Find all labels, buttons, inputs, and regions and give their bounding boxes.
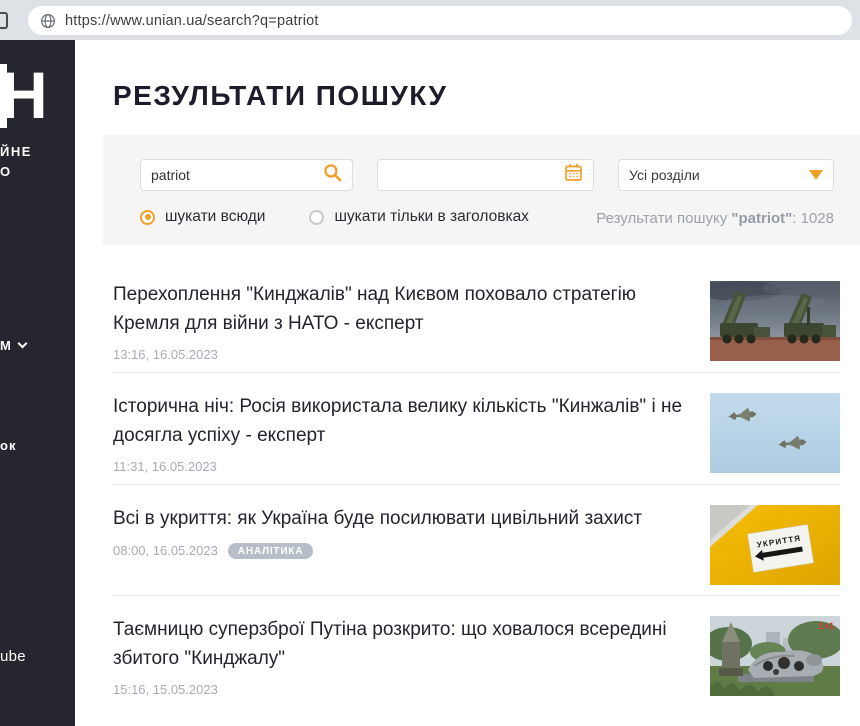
radio-selected-icon[interactable] [140,210,155,225]
search-panel: Усі розділи шукати всюди шукати тільки в… [103,135,860,245]
search-input[interactable] [151,167,323,183]
article-thumbnail-shelter-sign[interactable]: УКРИТТЯ [710,505,840,585]
article-row[interactable]: Історична ніч: Росія використала велику … [113,372,840,484]
calendar-icon[interactable] [564,163,583,187]
section-selected-value: Усі розділи [629,167,809,183]
radio-label: шукати тільки в заголовках [334,208,528,226]
chevron-down-icon [17,339,27,349]
article-thumbnail-missile-wreckage[interactable]: 1+1 [710,616,840,696]
results-prefix: Результати пошуку [596,210,731,227]
article-title[interactable]: Всі в укриття: як Україна буде посилюват… [113,505,690,534]
browser-toolbar: https://www.unian.ua/search?q=patriot [0,0,860,40]
search-results-list: Перехоплення "Кинджалів" над Києвом похо… [113,265,840,707]
results-count: Результати пошуку "patriot": 1028 [596,210,834,227]
article-title[interactable]: Таємницю суперзброї Путіна розкрито: що … [113,616,690,673]
article-thumbnail-patriot-launchers[interactable] [710,281,840,361]
search-field[interactable] [140,159,353,191]
date-field[interactable] [377,159,594,191]
article-row[interactable]: Таємницю суперзброї Путіна розкрито: що … [113,595,840,707]
logo-tagline: ЙНЕ О [0,142,32,182]
article-row[interactable]: Всі в укриття: як Україна буде посилюват… [113,484,840,595]
page-title: РЕЗУЛЬТАТИ ПОШУКУ [113,80,447,112]
article-row[interactable]: Перехоплення "Кинджалів" над Києвом похо… [113,265,840,372]
date-input[interactable] [388,167,564,183]
unian-logo[interactable]: Н [0,62,50,128]
radio-search-titles-only[interactable]: шукати тільки в заголовках [309,208,528,226]
article-title[interactable]: Історична ніч: Росія використала велику … [113,393,690,450]
article-time: 15:16, 15.05.2023 [113,682,218,697]
bookmark-icon[interactable] [0,12,8,29]
tagline-line-1: ЙНЕ [0,142,32,162]
article-time: 08:00, 16.05.2023 [113,543,218,558]
sidebar-menu-item[interactable]: М [0,338,26,353]
sidebar-menu-item-youtube[interactable]: ube [0,648,26,665]
address-bar[interactable]: https://www.unian.ua/search?q=patriot [28,6,852,35]
tv-channel-watermark: 1+1 [819,621,834,631]
article-badge: АНАЛІТИКА [228,543,313,559]
tagline-line-2: О [0,162,32,182]
sidebar: Н ЙНЕ О М ок ube [0,40,75,726]
globe-icon [40,13,56,29]
article-title[interactable]: Перехоплення "Кинджалів" над Києвом похо… [113,281,690,338]
search-icon[interactable] [323,163,342,187]
search-scope-radios: шукати всюди шукати тільки в заголовках [140,208,573,226]
sidebar-menu-label: ок [0,438,16,453]
main-content: РЕЗУЛЬТАТИ ПОШУКУ [75,40,860,726]
results-query: "patriot" [731,210,792,227]
sidebar-menu-item[interactable]: ок [0,438,16,453]
article-thumbnail-fighter-jets[interactable] [710,393,840,473]
article-time: 11:31, 16.05.2023 [113,459,217,474]
url-text[interactable]: https://www.unian.ua/search?q=patriot [65,13,319,29]
section-select[interactable]: Усі розділи [618,159,834,191]
radio-label: шукати всюди [165,208,265,226]
sidebar-menu-label: М [0,338,12,353]
results-total: : 1028 [792,210,834,227]
radio-unselected-icon[interactable] [309,210,324,225]
radio-search-everywhere[interactable]: шукати всюди [140,208,265,226]
sidebar-menu-label: ube [0,648,26,665]
triangle-down-icon [809,170,823,180]
article-time: 13:16, 16.05.2023 [113,347,218,362]
